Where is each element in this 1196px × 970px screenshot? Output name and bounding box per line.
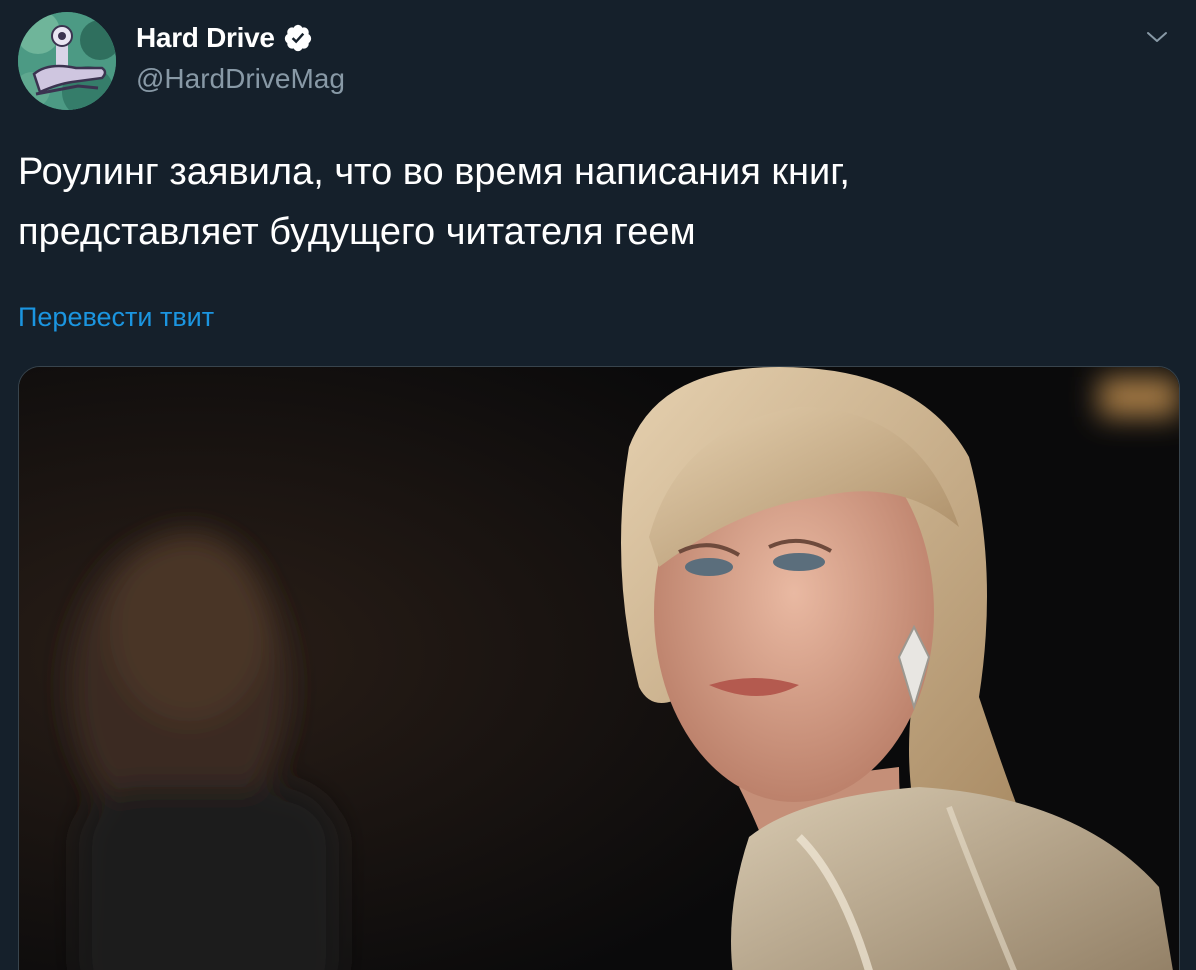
translate-tweet-link[interactable]: Перевести твит bbox=[18, 302, 214, 333]
tweet-text-line: представляет будущего читателя геем bbox=[18, 211, 696, 253]
chevron-down-icon[interactable] bbox=[1144, 24, 1170, 50]
tweet-photo[interactable] bbox=[18, 366, 1180, 970]
avatar[interactable] bbox=[18, 12, 116, 110]
avatar-icon bbox=[18, 12, 116, 110]
author-handle[interactable]: @HardDriveMag bbox=[136, 63, 345, 95]
tweet-text-line: Роулинг заявила, что во время написания … bbox=[18, 151, 850, 193]
author-name-row[interactable]: Hard Drive bbox=[136, 22, 313, 54]
display-name[interactable]: Hard Drive bbox=[136, 22, 275, 54]
photo-icon bbox=[19, 367, 1179, 970]
tweet-card: Hard Drive @HardDriveMag Роулинг заявила… bbox=[0, 0, 1196, 970]
verified-badge-icon bbox=[283, 23, 313, 53]
tweet-text: Роулинг заявила, что во время написания … bbox=[18, 142, 1168, 262]
